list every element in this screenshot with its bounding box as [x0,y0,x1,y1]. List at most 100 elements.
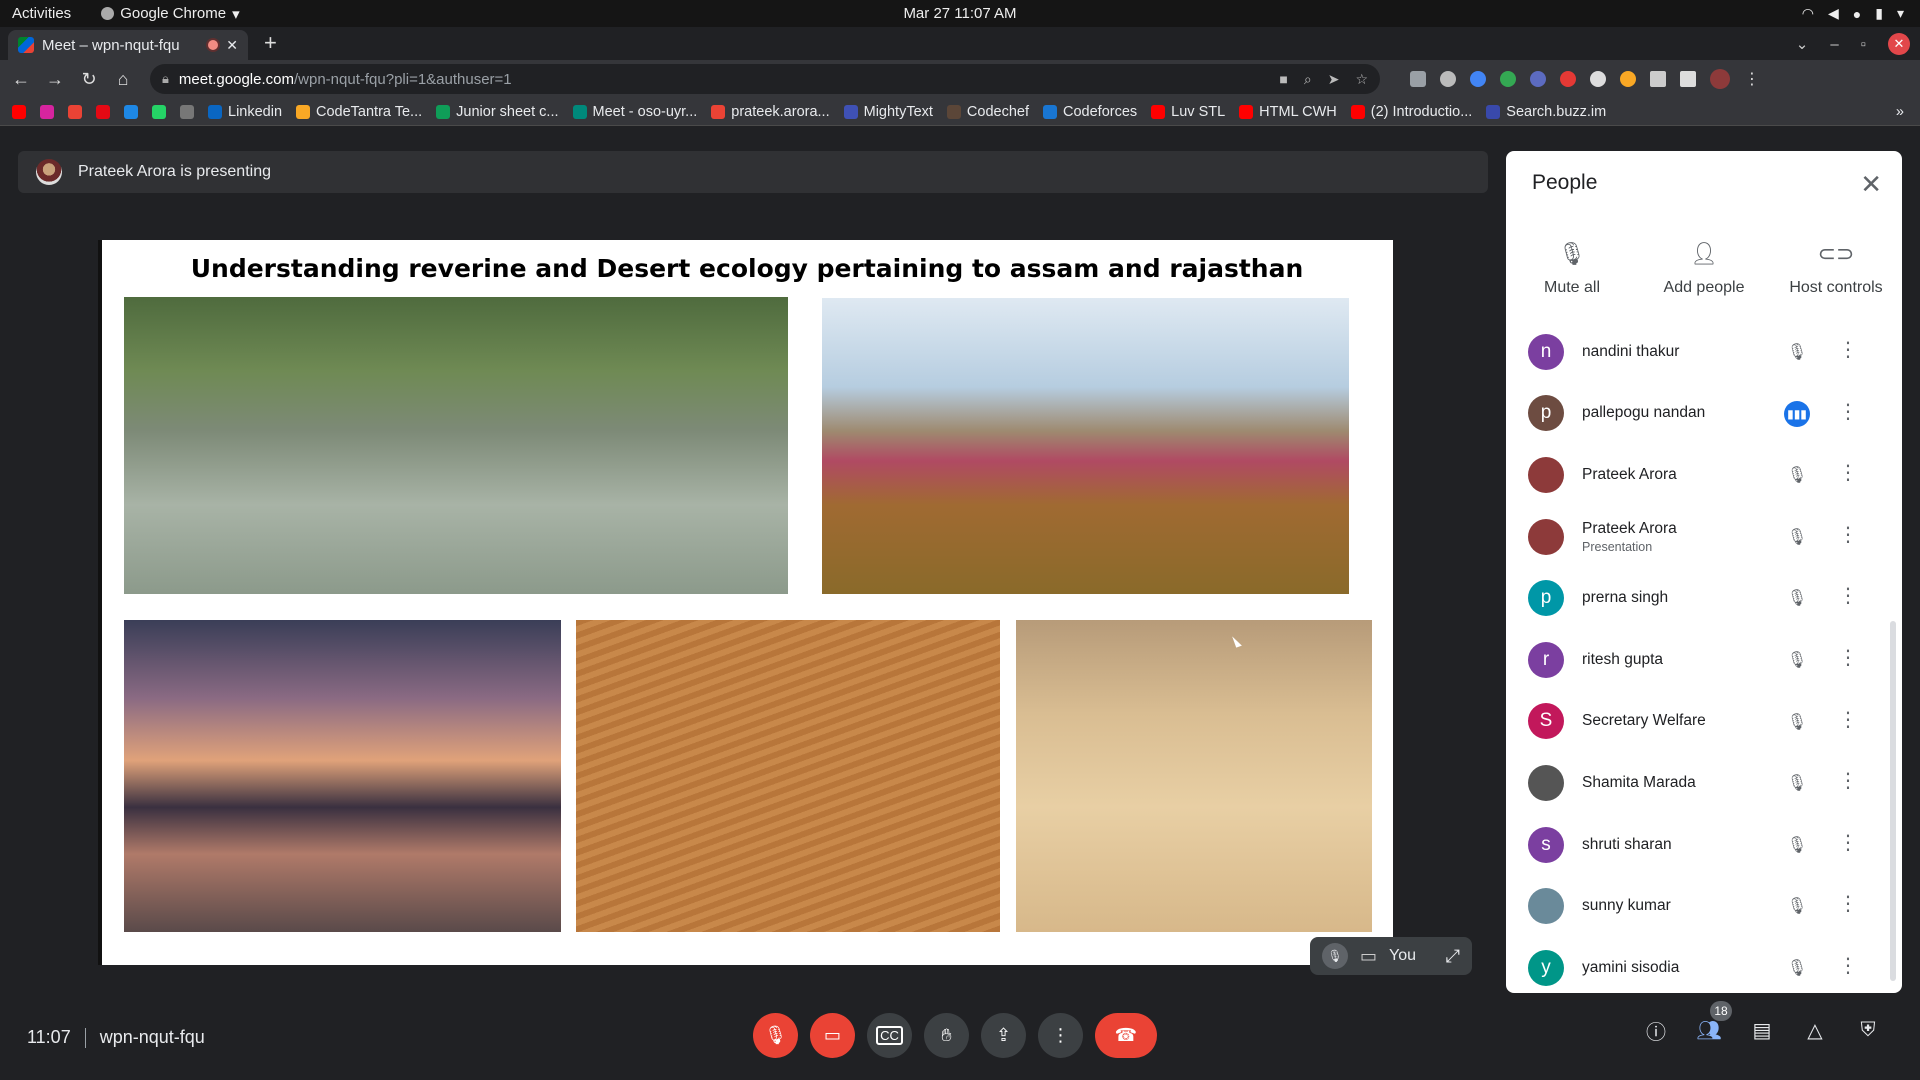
green-extension-icon[interactable] [1500,71,1516,87]
more-options-button[interactable]: ⋮ [1038,1013,1083,1058]
forward-button[interactable]: → [38,69,72,90]
participant-more-icon[interactable]: ⋮ [1838,830,1858,855]
participant-row[interactable]: n nandini thakur 🎙︎ ⋮ [1506,321,1902,383]
back-button[interactable]: ← [4,69,38,90]
present-button[interactable]: ⇪ [981,1013,1026,1058]
bookmark-item[interactable]: Meet - oso-uyr... [572,104,697,120]
participant-row[interactable]: p prerna singh 🎙︎ ⋮ [1506,567,1902,629]
new-tab-button[interactable]: + [264,30,277,56]
mic-off-icon[interactable]: 🎙︎ [1784,955,1810,981]
close-panel-button[interactable]: ✕ [1860,169,1882,200]
participants-scrollbar[interactable] [1890,621,1896,981]
participant-row[interactable]: sunny kumar 🎙︎ ⋮ [1506,875,1902,937]
add-people-button[interactable]: 👤︎ Add people [1644,241,1764,297]
side-panel-icon[interactable] [1680,71,1696,87]
reload-button[interactable]: ↻ [72,69,106,90]
bookmark-item[interactable]: HTML CWH [1239,104,1337,120]
bookmark-item[interactable]: Junior sheet c... [436,104,559,120]
expand-icon[interactable]: ⤢ [1446,946,1460,967]
host-controls-shield-button[interactable]: ⛨ [1855,1017,1881,1043]
chat-button[interactable]: ▤ [1749,1017,1775,1043]
system-tray[interactable]: ◠ ◀ ● ▮ ▾ [1802,0,1904,27]
speaking-indicator-icon[interactable]: ▮▮▮ [1784,400,1810,427]
activities-button[interactable]: Activities [12,5,71,22]
participant-row[interactable]: Prateek Arora 🎙︎ ⋮ [1506,444,1902,506]
google-extension-icon[interactable] [1470,71,1486,87]
bookmark-star-icon[interactable]: ☆ [1355,71,1368,88]
tab-meet[interactable]: Meet – wpn-nqut-fqu ✕ [8,30,248,60]
bookmark-item[interactable] [124,104,138,119]
app-menu[interactable]: Google Chrome ▾ [101,5,240,23]
bookmark-item[interactable]: Codeforces [1043,104,1137,120]
mic-off-icon[interactable]: 🎙︎ [1784,524,1810,550]
cursor-extension-icon[interactable] [1530,71,1546,87]
lightning-extension-icon[interactable] [1440,71,1456,87]
meeting-details-button[interactable]: ⓘ [1643,1017,1669,1044]
bookmark-item[interactable] [96,104,110,119]
participant-row[interactable]: p pallepogu nandan ▮▮▮ ⋮ [1506,383,1902,445]
participant-more-icon[interactable]: ⋮ [1838,583,1858,608]
leave-call-button[interactable]: ☎︎ [1095,1013,1157,1058]
pen-extension-icon[interactable] [1590,71,1606,87]
participant-row[interactable]: y yamini sisodia 🎙︎ ⋮ [1506,937,1902,999]
participant-row[interactable]: r ritesh gupta 🎙︎ ⋮ [1506,629,1902,691]
share-icon[interactable]: ➤ [1328,71,1340,88]
shield-extension-icon[interactable] [1410,71,1426,87]
mic-off-icon[interactable]: 🎙︎ [1784,770,1810,796]
participant-row[interactable]: s shruti sharan 🎙︎ ⋮ [1506,814,1902,876]
participant-more-icon[interactable]: ⋮ [1838,891,1858,916]
activities-button[interactable]: △ [1802,1017,1828,1043]
lock-icon[interactable]: 🔒︎ [162,71,169,87]
participant-row[interactable]: Prateek Arora Presentation 🎙︎ ⋮ [1506,506,1902,568]
mic-off-icon[interactable]: 🎙︎ [1784,709,1810,735]
tab-close-icon[interactable]: ✕ [226,37,238,54]
zoom-icon[interactable]: ⌕ [1304,71,1312,88]
participant-more-icon[interactable]: ⋮ [1838,399,1858,424]
address-bar[interactable]: 🔒︎ meet.google.com/wpn-nqut-fqu?pli=1&au… [150,64,1380,94]
participant-more-icon[interactable]: ⋮ [1838,337,1858,362]
mic-off-icon[interactable]: 🎙︎ [1784,893,1810,919]
mic-off-icon[interactable]: 🎙︎ [1784,462,1810,488]
mic-off-icon[interactable]: 🎙︎ [1784,339,1810,365]
system-clock[interactable]: Mar 27 11:07 AM [0,5,1920,22]
participant-more-icon[interactable]: ⋮ [1838,522,1858,547]
mic-off-icon[interactable]: 🎙︎ [1784,647,1810,673]
bookmark-item[interactable]: prateek.arora... [711,104,830,120]
participant-more-icon[interactable]: ⋮ [1838,707,1858,732]
toggle-mic-button[interactable]: 🎙︎ [753,1013,798,1058]
bookmark-item[interactable]: MightyText [843,104,933,120]
bookmark-item[interactable] [12,104,26,119]
bookmark-item[interactable] [68,104,82,119]
home-button[interactable]: ⌂ [106,69,140,90]
toggle-camera-button[interactable]: ▭ [810,1013,855,1058]
bookmark-item[interactable]: Linkedin [208,104,282,120]
puzzle-extensions-icon[interactable] [1650,71,1666,87]
self-view-tile[interactable]: 🎙︎ ▭ You ⤢ [1310,937,1472,975]
bookmark-item[interactable]: CodeTantra Te... [296,104,422,120]
participant-more-icon[interactable]: ⋮ [1838,645,1858,670]
browser-menu-icon[interactable]: ⋮ [1744,69,1760,89]
bookmark-item[interactable] [152,104,166,119]
bookmark-item[interactable]: Luv STL [1151,104,1225,120]
adblock-extension-icon[interactable] [1560,71,1576,87]
bookmark-item[interactable]: (2) Introductio... [1350,104,1472,120]
mic-off-icon[interactable]: 🎙︎ [1784,585,1810,611]
captions-button[interactable]: CC [867,1013,912,1058]
participant-more-icon[interactable]: ⋮ [1838,768,1858,793]
host-controls-button[interactable]: ⊂⊃ Host controls [1776,241,1896,297]
minimize-button[interactable]: – [1830,36,1838,53]
mic-off-icon[interactable]: 🎙︎ [1784,832,1810,858]
raise-hand-button[interactable]: ✋︎ [924,1013,969,1058]
bookmark-item[interactable] [40,104,54,119]
profile-avatar-icon[interactable] [1710,69,1730,89]
participant-row[interactable]: S Secretary Welfare 🎙︎ ⋮ [1506,691,1902,753]
tab-search-icon[interactable]: ⌄ [1796,35,1809,53]
cookie-extension-icon[interactable] [1620,71,1636,87]
participant-row[interactable]: Shamita Marada 🎙︎ ⋮ [1506,752,1902,814]
close-window-button[interactable]: ✕ [1888,33,1910,55]
more-bookmarks-icon[interactable]: » [1896,104,1904,120]
bookmark-item[interactable]: Search.buzz.im [1486,104,1606,120]
bookmark-item[interactable] [180,104,194,119]
restore-button[interactable]: ▫ [1861,36,1866,53]
mute-all-button[interactable]: 🎙︎ Mute all [1512,241,1632,297]
